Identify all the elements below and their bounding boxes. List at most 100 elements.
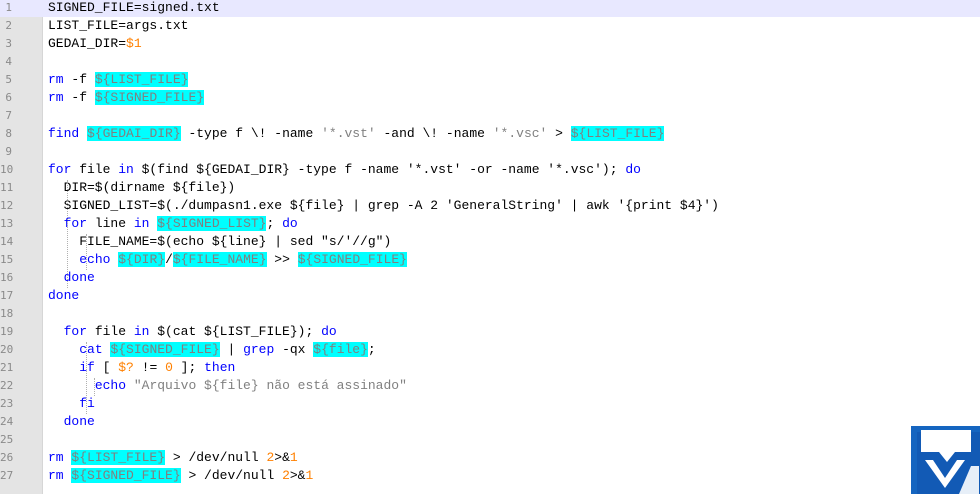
code-token: >&: [274, 450, 290, 465]
code-text: done: [48, 269, 95, 287]
line-number: 6: [5, 91, 12, 104]
code-token: >>: [266, 252, 298, 267]
code-token: -type f \! -name: [180, 126, 322, 141]
line-number: 17: [0, 289, 14, 302]
code-token: -qx: [274, 342, 314, 357]
code-line[interactable]: 12 SIGNED_LIST=$(./dumpasn1.exe ${file} …: [0, 197, 980, 215]
variable-token: ${SIGNED_FILE}: [110, 342, 220, 357]
code-line[interactable]: 18: [0, 305, 980, 323]
variable-token: ${SIGNED_LIST}: [157, 216, 267, 231]
code-token: ];: [172, 360, 205, 375]
variable-token: ${DIR}: [118, 252, 166, 267]
code-line[interactable]: 25: [0, 431, 980, 449]
line-number: 18: [0, 307, 14, 320]
code-token: SIGNED_FILE=signed.txt: [48, 0, 220, 15]
line-number: 5: [5, 73, 12, 86]
indent-guide: [86, 342, 87, 414]
code-token: /: [165, 252, 173, 267]
code-text: SIGNED_FILE=signed.txt: [48, 0, 220, 17]
line-number: 19: [0, 325, 14, 338]
code-line[interactable]: 17 done: [0, 287, 980, 305]
code-line[interactable]: 16 done: [0, 269, 980, 287]
code-text: if [ $? != 0 ]; then: [48, 359, 235, 377]
code-line[interactable]: 27 rm ${SIGNED_FILE} > /dev/null 2>&1: [0, 467, 980, 485]
code-line[interactable]: 23 fi: [0, 395, 980, 413]
string-token: '*.vsc': [492, 126, 548, 141]
keyword-token: grep: [243, 342, 275, 357]
number-token: 1: [305, 468, 314, 483]
code-line[interactable]: 8 find ${GEDAI_DIR} -type f \! -name '*.v…: [0, 125, 980, 143]
keyword-token: echo: [94, 378, 127, 393]
keyword-token: fi: [79, 396, 95, 411]
code-token: ;: [367, 342, 376, 357]
variable-token: ${FILE_NAME}: [172, 252, 267, 267]
code-line[interactable]: 9: [0, 143, 980, 161]
keyword-token: do: [282, 216, 298, 231]
code-text: done: [48, 287, 79, 305]
line-number: 8: [5, 127, 12, 140]
keyword-token: do: [625, 162, 641, 177]
keyword-token: echo: [79, 252, 111, 267]
line-number: 14: [0, 235, 14, 248]
code-token: ;: [266, 216, 283, 231]
code-text: rm -f ${SIGNED_FILE}: [48, 89, 205, 107]
variable-token: ${SIGNED_FILE}: [71, 468, 181, 483]
code-token: file: [87, 324, 134, 339]
code-line[interactable]: 3 GEDAI_DIR=$1: [0, 35, 980, 53]
keyword-token: if: [79, 360, 95, 375]
line-number: 24: [0, 415, 14, 428]
code-line[interactable]: 10 for file in $(find ${GEDAI_DIR} -type …: [0, 161, 980, 179]
variable-token: ${SIGNED_FILE}: [94, 90, 205, 105]
keyword-token: for: [63, 324, 88, 339]
code-text: rm -f ${LIST_FILE}: [48, 71, 189, 89]
code-token: -f: [63, 72, 95, 87]
code-line[interactable]: 26 rm ${LIST_FILE} > /dev/null 2>&1: [0, 449, 980, 467]
keyword-token: for: [48, 162, 72, 177]
indent-guide: [67, 180, 68, 288]
code-line[interactable]: 20 cat ${SIGNED_FILE} | grep -qx ${file}…: [0, 341, 980, 359]
code-line[interactable]: 4: [0, 53, 980, 71]
code-line[interactable]: 13 for line in ${SIGNED_LIST}; do: [0, 215, 980, 233]
code-line[interactable]: 7: [0, 107, 980, 125]
keyword-token: in: [133, 324, 150, 339]
code-line[interactable]: 24 done: [0, 413, 980, 431]
code-line[interactable]: 21 if [ $? != 0 ]; then: [0, 359, 980, 377]
line-number: 2: [5, 19, 12, 32]
code-line[interactable]: 15 echo ${DIR}/${FILE_NAME} >> ${SIGNED_…: [0, 251, 980, 269]
variable-token: ${file}: [313, 342, 368, 357]
code-token: >: [547, 126, 571, 141]
line-number: 7: [5, 109, 12, 122]
code-line[interactable]: 11 DIR=$(dirname ${file}): [0, 179, 980, 197]
line-number: 16: [0, 271, 14, 284]
code-line[interactable]: 14 FILE_NAME=$(echo ${line} | sed "s/'//…: [0, 233, 980, 251]
code-line[interactable]: 5 rm -f ${LIST_FILE}: [0, 71, 980, 89]
code-text: cat ${SIGNED_FILE} | grep -qx ${file};: [48, 341, 376, 359]
line-number: 15: [0, 253, 14, 266]
keyword-token: rm: [48, 72, 64, 87]
code-text: echo ${DIR}/${FILE_NAME} >> ${SIGNED_FIL…: [48, 251, 407, 269]
keyword-token: done: [63, 270, 95, 285]
code-token: > /dev/null: [165, 450, 267, 465]
variable-token: ${GEDAI_DIR}: [87, 126, 181, 141]
code-text: fi: [48, 395, 95, 413]
code-line[interactable]: 19 for file in $(cat ${LIST_FILE}); do: [0, 323, 980, 341]
code-text: rm ${SIGNED_FILE} > /dev/null 2>&1: [48, 467, 313, 485]
code-line[interactable]: 6 rm -f ${SIGNED_FILE}: [0, 89, 980, 107]
keyword-token: rm: [48, 90, 64, 105]
code-token: SIGNED_LIST=$(./dumpasn1.exe ${file} | g…: [48, 198, 719, 213]
code-line[interactable]: 2 LIST_FILE=args.txt: [0, 17, 980, 35]
line-number: 12: [0, 199, 14, 212]
number-token: $1: [126, 36, 142, 51]
code-token: >&: [289, 468, 306, 483]
keyword-token: do: [321, 324, 337, 339]
variable-token: ${LIST_FILE}: [71, 450, 166, 465]
keyword-token: in: [118, 162, 134, 177]
code-editor[interactable]: 1 SIGNED_FILE=signed.txt 2 LIST_FILE=args.t…: [0, 0, 980, 494]
line-number: 22: [0, 379, 14, 392]
code-line[interactable]: 22 echo "Arquivo ${file} não está assina…: [0, 377, 980, 395]
code-line[interactable]: 1 SIGNED_FILE=signed.txt: [0, 0, 980, 17]
